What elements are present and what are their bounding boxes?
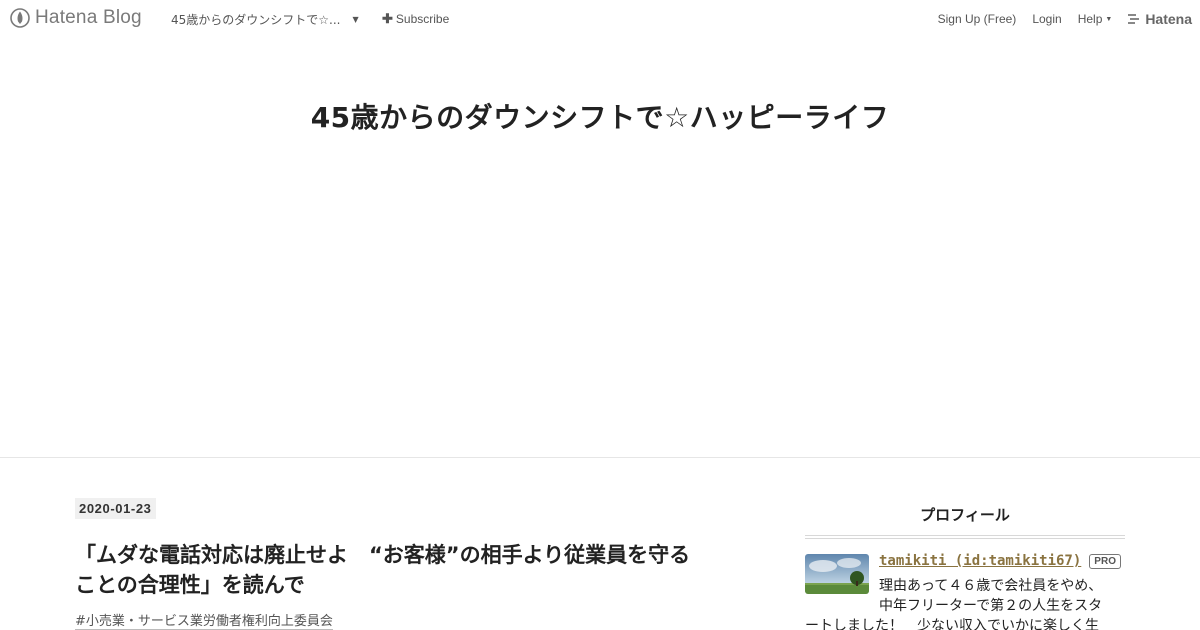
help-label: Help: [1077, 12, 1103, 26]
profile-desc-line: 中年フリーターで第２の人生をスタ: [879, 598, 1103, 614]
caret-down-icon: ▼: [352, 15, 359, 24]
caret-down-icon: ▼: [1105, 15, 1113, 23]
entry-title-line1: 「ムダな電話対応は廃止せよ “お客様”の相手より従業員を守る: [75, 543, 691, 567]
hatena-blog-logo[interactable]: Hatena Blog: [10, 7, 142, 29]
profile-name: tamikiti (id:tamikiti67) PRO: [879, 553, 1121, 569]
profile-user-link[interactable]: tamikiti (id:tamikiti67): [879, 553, 1081, 569]
plus-icon: ✚: [382, 11, 393, 26]
pro-badge: PRO: [1089, 553, 1121, 569]
divider: [805, 538, 1125, 539]
brand-name: Hatena Blog: [35, 7, 142, 28]
hatena-label: Hatena: [1145, 11, 1192, 27]
entry-title[interactable]: 「ムダな電話対応は廃止せよ “お客様”の相手より従業員を守る ことの合理性」を読…: [75, 540, 765, 600]
account-nav: Sign Up (Free) Login Help ▼ Hatena: [938, 11, 1200, 27]
blog-selector-label: 45歳からのダウンシフトで☆...: [171, 13, 341, 27]
blog-title[interactable]: 45歳からのダウンシフトで☆ハッピーライフ: [0, 96, 1200, 136]
header-divider: [0, 457, 1200, 458]
subscribe-label: Subscribe: [395, 12, 450, 26]
global-header: Hatena Blog 45歳からのダウンシフトで☆... ▼ ✚ Subscr…: [0, 0, 1200, 36]
entry-title-line2: ことの合理性」を読んで: [75, 573, 305, 597]
profile-module-title: プロフィール: [920, 506, 1010, 524]
hatena-logo-icon: [1128, 14, 1140, 24]
divider: [805, 535, 1125, 536]
login-link[interactable]: Login: [1032, 12, 1061, 26]
hatena-link[interactable]: Hatena: [1128, 11, 1192, 27]
blog-selector-dropdown[interactable]: 45歳からのダウンシフトで☆... ▼: [171, 11, 359, 28]
profile-description: 理由あって４６歳で会社員をやめ、 中年フリーターで第２の人生をスタ ートしました…: [805, 576, 1125, 630]
entry-category-link[interactable]: #小売業・サービス業労働者権利向上委員会: [75, 610, 333, 630]
profile-desc-line: 理由あって４６歳で会社員をやめ、: [879, 578, 1103, 594]
entry-date[interactable]: 2020-01-23: [75, 498, 156, 519]
hatena-blog-pen-icon: [10, 8, 30, 28]
help-menu[interactable]: Help ▼: [1078, 12, 1113, 26]
signup-link[interactable]: Sign Up (Free): [938, 12, 1017, 26]
subscribe-button[interactable]: ✚ Subscribe: [382, 11, 449, 27]
profile-desc-line: ートしました！ 少ない収入でいかに楽しく生: [805, 618, 1099, 630]
